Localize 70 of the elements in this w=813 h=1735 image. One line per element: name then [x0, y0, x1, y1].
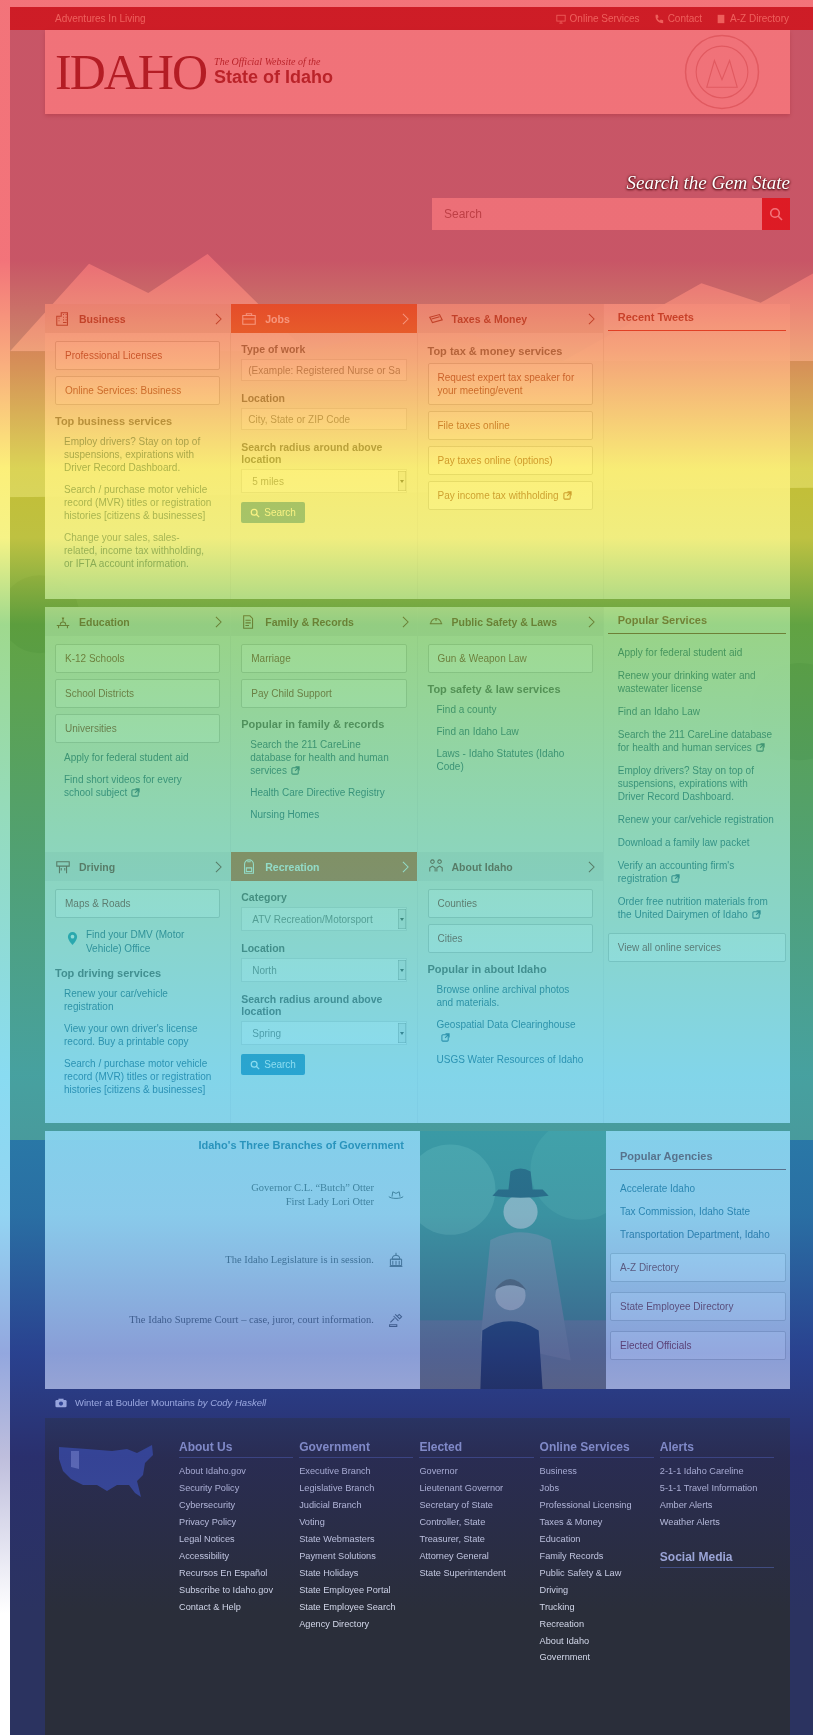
gavel-icon: [388, 1312, 404, 1329]
footer-link[interactable]: Attorney General: [419, 1550, 534, 1563]
footer-link[interactable]: Legislative Branch: [299, 1482, 414, 1495]
service-link[interactable]: Transportation Department, Idaho: [620, 1228, 776, 1241]
footer-link[interactable]: Driving: [539, 1584, 654, 1597]
footer-link[interactable]: Recursos En Español: [179, 1567, 294, 1580]
footer-link[interactable]: Secretary of State: [419, 1499, 534, 1512]
footer-link[interactable]: About Idaho.gov: [179, 1466, 294, 1478]
footer-link[interactable]: Lieutenant Governor: [419, 1482, 534, 1495]
branch-link[interactable]: The Idaho Supreme Court – case, juror, court information.: [129, 1313, 374, 1328]
footer-link[interactable]: Weather Alerts: [659, 1516, 774, 1529]
link-button[interactable]: A-Z Directory: [610, 1253, 786, 1282]
phone-icon: [653, 13, 664, 24]
footer-link[interactable]: Accessibility: [179, 1550, 294, 1563]
footer-link[interactable]: Professional Licensing: [539, 1499, 654, 1512]
footer-heading: Government: [299, 1440, 414, 1458]
footer-link[interactable]: Cybersecurity: [179, 1499, 294, 1512]
footer-heading: About Us: [179, 1440, 294, 1458]
footer-link[interactable]: 5-1-1 Travel Information: [659, 1482, 774, 1495]
branch-link[interactable]: Governor C.L. “Butch” Otter First Lady Lori Otter: [251, 1181, 374, 1209]
camera-icon: [55, 1397, 67, 1408]
footer-link[interactable]: Legal Notices: [179, 1533, 294, 1546]
footer-link[interactable]: Business: [539, 1466, 654, 1478]
footer-link[interactable]: 2-1-1 Idaho Careline: [659, 1466, 774, 1478]
footer-link[interactable]: State Employee Search: [299, 1601, 414, 1614]
footer-link[interactable]: Amber Alerts: [659, 1499, 774, 1512]
footer-link[interactable]: Trucking: [539, 1601, 654, 1614]
footer-heading: Elected: [419, 1440, 534, 1458]
footer-link[interactable]: State Employee Portal: [299, 1584, 414, 1597]
link-button[interactable]: Elected Officials: [610, 1331, 786, 1360]
footer-link[interactable]: State Webmasters: [299, 1533, 414, 1546]
footer-link[interactable]: State Holidays: [299, 1567, 414, 1580]
footer-heading: Online Services: [539, 1440, 654, 1458]
footer-link[interactable]: Agency Directory: [299, 1618, 414, 1631]
service-link[interactable]: Tax Commission, Idaho State: [620, 1205, 776, 1218]
footer-link[interactable]: Education: [539, 1533, 654, 1546]
service-link[interactable]: Accelerate Idaho: [620, 1182, 776, 1195]
panel-heading: Popular Agencies: [610, 1143, 786, 1170]
footer-link[interactable]: Recreation: [539, 1618, 654, 1631]
monitor-icon: [555, 13, 566, 24]
footer-link[interactable]: Governor: [419, 1466, 534, 1478]
footer-link[interactable]: Public Safety & Law: [539, 1567, 654, 1580]
footer-link[interactable]: Judicial Branch: [299, 1499, 414, 1512]
footer-link[interactable]: Controller, State: [419, 1516, 534, 1529]
footer-link[interactable]: State Superintendent: [419, 1567, 534, 1580]
branches-heading: Idaho's Three Branches of Government: [198, 1139, 404, 1151]
footer-link[interactable]: Security Policy: [179, 1482, 294, 1495]
top-link[interactable]: A-Z Directory: [716, 13, 789, 24]
footer-link[interactable]: Privacy Policy: [179, 1516, 294, 1529]
footer-heading: Social Media: [659, 1549, 774, 1568]
footer-link[interactable]: Voting: [299, 1516, 414, 1529]
footer-link[interactable]: Government: [539, 1652, 654, 1665]
footer-link[interactable]: Jobs: [539, 1482, 654, 1495]
photo-caption: Winter at Boulder Mountains by Cody Haskell: [75, 1397, 267, 1408]
footer-heading: Alerts: [659, 1440, 774, 1458]
capitol-icon: [388, 1252, 404, 1269]
book-icon: [716, 13, 727, 24]
top-link[interactable]: Online Services: [555, 13, 640, 24]
footer-link[interactable]: Executive Branch: [299, 1466, 414, 1478]
branch-link[interactable]: The Idaho Legislature is in session.: [225, 1253, 374, 1268]
top-link[interactable]: Contact: [653, 13, 703, 24]
link-button[interactable]: State Employee Directory: [610, 1292, 786, 1321]
footer-link[interactable]: Taxes & Money: [539, 1516, 654, 1529]
footer-link[interactable]: About Idaho: [539, 1635, 654, 1648]
tagline-link[interactable]: Adventures In Living: [55, 13, 146, 24]
footer-link[interactable]: Treasurer, State: [419, 1533, 534, 1546]
footer-link[interactable]: Payment Solutions: [299, 1550, 414, 1563]
footer-link[interactable]: Family Records: [539, 1550, 654, 1563]
footer-link[interactable]: Subscribe to Idaho.gov: [179, 1584, 294, 1597]
footer-link[interactable]: Contact & Help: [179, 1601, 294, 1614]
